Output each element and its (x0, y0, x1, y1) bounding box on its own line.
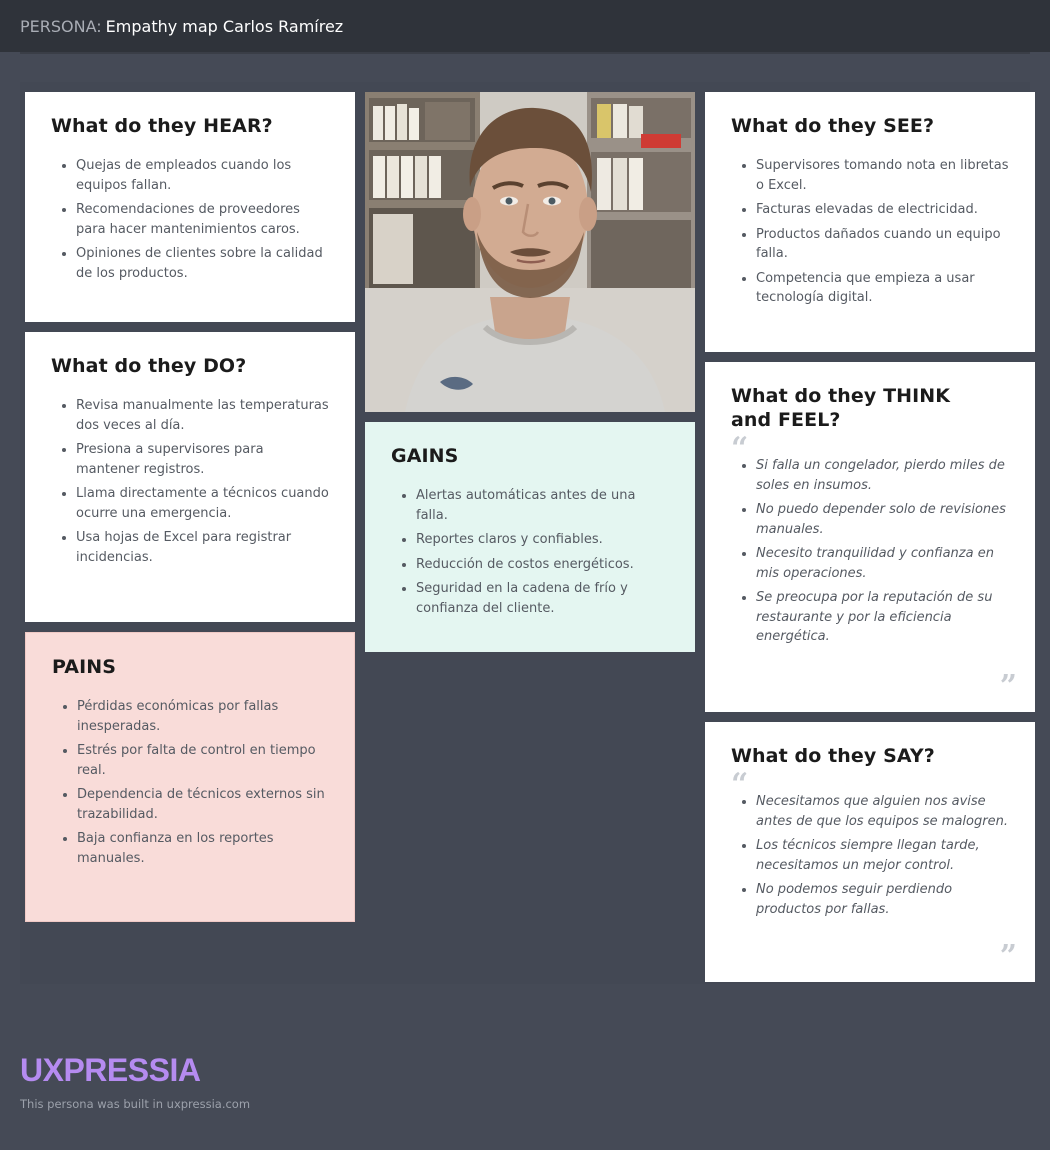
gains-list: Alertas automáticas antes de una falla. … (391, 486, 669, 618)
see-card: What do they SEE? Supervisores tomando n… (705, 92, 1035, 352)
open-quote-icon: “ (731, 431, 749, 466)
list-item: Reducción de costos energéticos. (416, 555, 669, 575)
page-title: PERSONA: Empathy map Carlos Ramírez (20, 17, 343, 36)
list-item: Baja confianza en los reportes manuales. (77, 829, 328, 868)
list-item: Quejas de empleados cuando los equipos f… (76, 156, 329, 195)
think-feel-card: What do they THINK and FEEL? “ Si falla … (705, 362, 1035, 712)
uxpressia-logo[interactable]: UXPRESSIA (20, 1052, 201, 1089)
list-item: Se preocupa por la reputación de su rest… (756, 588, 1009, 647)
list-item: Dependencia de técnicos externos sin tra… (77, 785, 328, 824)
list-item: Pérdidas económicas por fallas inesperad… (77, 697, 328, 736)
list-item: Si falla un congelador, pierdo miles de … (756, 456, 1009, 495)
title-text: Empathy map Carlos Ramírez (105, 17, 344, 36)
list-item: Alertas automáticas antes de una falla. (416, 486, 669, 525)
list-item: Facturas elevadas de electricidad. (756, 200, 1009, 220)
gains-card: GAINS Alertas automáticas antes de una f… (365, 422, 695, 652)
list-item: No podemos seguir perdiendo productos po… (756, 880, 1009, 919)
list-item: Revisa manualmente las temperaturas dos … (76, 396, 329, 435)
open-quote-icon: “ (731, 767, 749, 802)
list-item: Presiona a supervisores para mantener re… (76, 440, 329, 479)
pains-list: Pérdidas económicas por fallas inesperad… (52, 697, 328, 868)
pains-card: PAINS Pérdidas económicas por fallas ine… (25, 632, 355, 922)
hear-list: Quejas de empleados cuando los equipos f… (51, 156, 329, 283)
say-title: What do they SAY? (731, 745, 935, 767)
say-card: What do they SAY? “ Necesitamos que algu… (705, 722, 1035, 982)
do-list: Revisa manualmente las temperaturas dos … (51, 396, 329, 567)
list-item: Necesitamos que alguien nos avise antes … (756, 792, 1009, 831)
pains-title: PAINS (52, 656, 117, 678)
do-card: What do they DO? Revisa manualmente las … (25, 332, 355, 622)
list-item: Necesito tranquilidad y confianza en mis… (756, 544, 1009, 583)
list-item: Seguridad en la cadena de frío y confian… (416, 579, 669, 618)
close-quote-icon: ” (999, 669, 1017, 704)
hear-title: What do they HEAR? (51, 115, 273, 137)
list-item: Competencia que empieza a usar tecnologí… (756, 269, 1009, 308)
list-item: Supervisores tomando nota en libretas o … (756, 156, 1009, 195)
list-item: Productos dañados cuando un equipo falla… (756, 225, 1009, 264)
see-title: What do they SEE? (731, 115, 935, 137)
list-item: Los técnicos siempre llegan tarde, neces… (756, 836, 1009, 875)
persona-photo (365, 92, 695, 412)
close-quote-icon: ” (999, 939, 1017, 974)
list-item: Usa hojas de Excel para registrar incide… (76, 528, 329, 567)
footer-note: This persona was built in uxpressia.com (20, 1097, 251, 1111)
header-divider (20, 52, 1030, 54)
header-bar: PERSONA: Empathy map Carlos Ramírez (0, 0, 1050, 52)
list-item: Opiniones de clientes sobre la calidad d… (76, 244, 329, 283)
list-item: Recomendaciones de proveedores para hace… (76, 200, 329, 239)
list-item: No puedo depender solo de revisiones man… (756, 500, 1009, 539)
title-prefix: PERSONA: (20, 17, 102, 36)
list-item: Estrés por falta de control en tiempo re… (77, 741, 328, 780)
list-item: Reportes claros y confiables. (416, 530, 669, 550)
hear-card: What do they HEAR? Quejas de empleados c… (25, 92, 355, 322)
think-feel-title: What do they THINK and FEEL? (731, 385, 951, 431)
list-item: Llama directamente a técnicos cuando ocu… (76, 484, 329, 523)
do-title: What do they DO? (51, 355, 247, 377)
say-list: Necesitamos que alguien nos avise antes … (731, 792, 1009, 919)
think-feel-list: Si falla un congelador, pierdo miles de … (731, 456, 1009, 647)
see-list: Supervisores tomando nota en libretas o … (731, 156, 1009, 308)
gains-title: GAINS (391, 445, 459, 467)
